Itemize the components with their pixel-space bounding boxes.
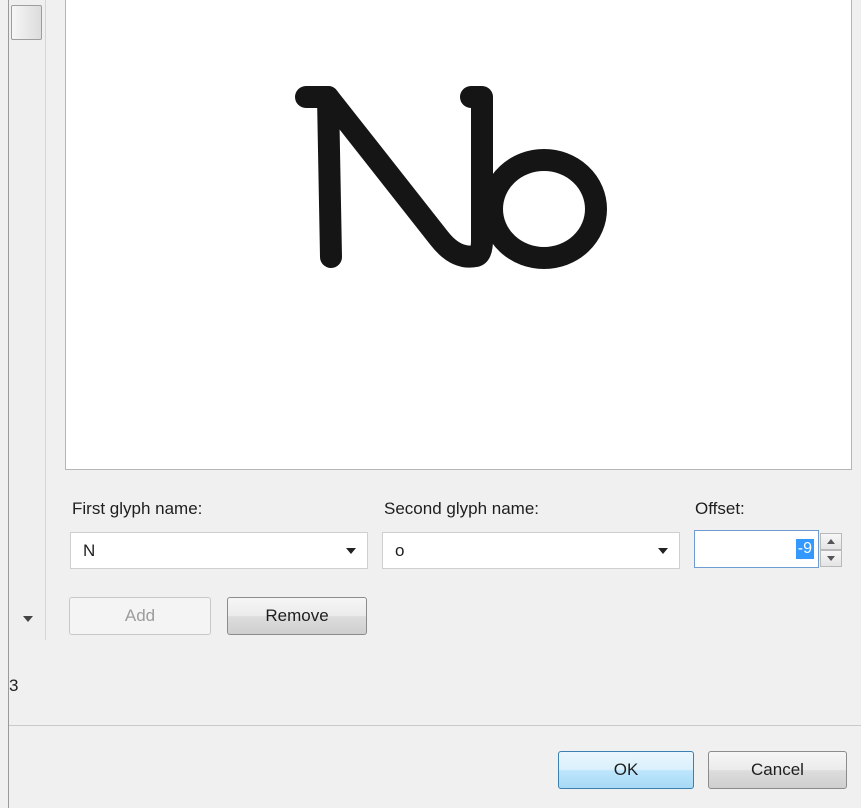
scroll-thumb[interactable] xyxy=(11,5,42,40)
preview-sample-text: No xyxy=(66,0,68,1)
scroll-down-arrow-icon[interactable] xyxy=(9,600,46,638)
first-glyph-combo[interactable]: N xyxy=(70,532,368,569)
kerning-preview-glyphs: No xyxy=(66,0,607,269)
remove-button[interactable]: Remove xyxy=(227,597,367,635)
kerning-pair-count: 3 xyxy=(9,676,19,695)
cancel-button[interactable]: Cancel xyxy=(708,751,847,789)
chevron-down-icon[interactable] xyxy=(341,533,361,568)
second-glyph-combo[interactable]: o xyxy=(382,532,680,569)
second-glyph-value: o xyxy=(395,540,405,560)
first-glyph-label: First glyph name: xyxy=(72,499,203,518)
add-button[interactable]: Add xyxy=(69,597,211,635)
offset-spin-buttons[interactable] xyxy=(820,533,842,567)
glyph-preview-panel: No xyxy=(65,0,852,470)
first-glyph-value: N xyxy=(83,540,96,560)
ok-button[interactable]: OK xyxy=(558,751,694,789)
kerning-list-scrollbar[interactable] xyxy=(9,0,46,640)
chevron-down-icon[interactable] xyxy=(653,533,673,568)
offset-value[interactable]: -9 xyxy=(795,539,814,559)
dialog-separator xyxy=(9,725,861,726)
offset-label: Offset: xyxy=(695,499,745,518)
offset-spinbox[interactable]: -9 xyxy=(694,530,819,568)
second-glyph-label: Second glyph name: xyxy=(384,499,539,518)
spin-up-icon[interactable] xyxy=(820,533,842,550)
spin-down-icon[interactable] xyxy=(820,550,842,567)
